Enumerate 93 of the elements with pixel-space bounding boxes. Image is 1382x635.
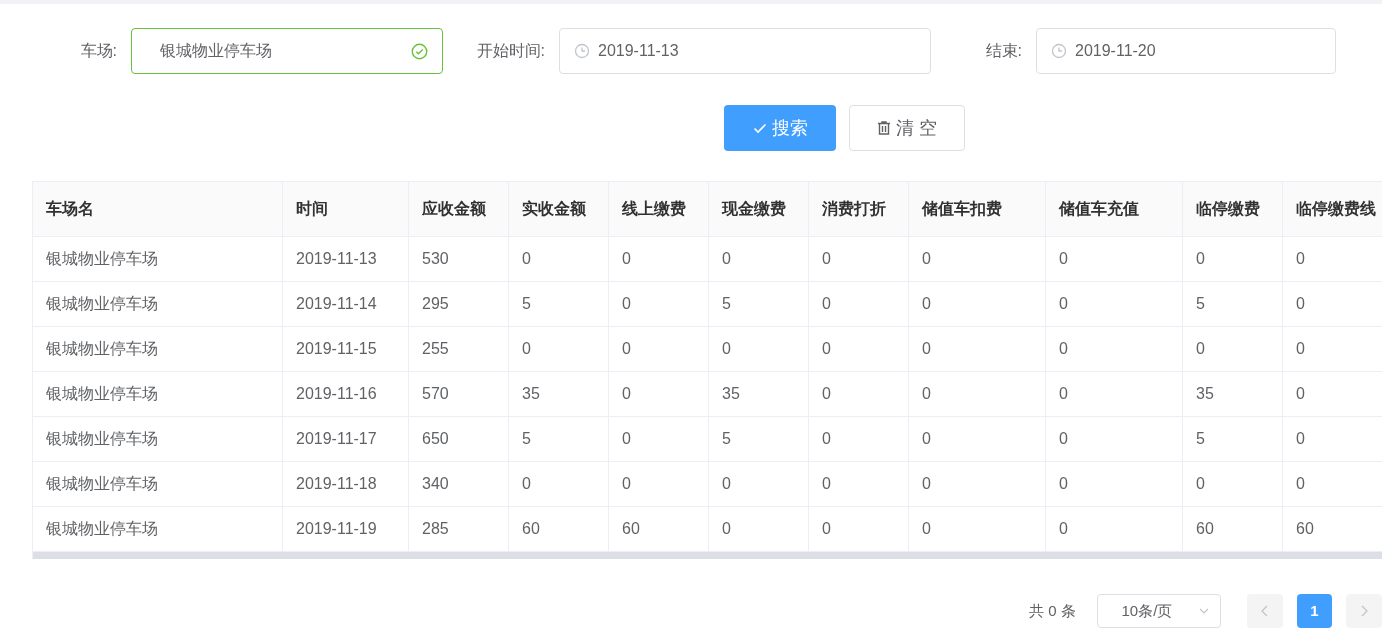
clock-icon (1051, 43, 1067, 59)
trash-icon (876, 120, 893, 136)
table-cell: 0 (609, 372, 709, 417)
table-cell: 0 (1283, 462, 1382, 507)
table-cell: 银城物业停车场 (33, 327, 283, 372)
table-cell: 0 (509, 327, 609, 372)
table-cell: 0 (809, 372, 909, 417)
table-cell: 35 (709, 372, 809, 417)
field-label: 开始时间: (475, 41, 546, 61)
column-header: 储值车充值 (1046, 182, 1183, 237)
table-cell: 0 (1046, 282, 1183, 327)
table-cell: 2019-11-14 (283, 282, 409, 327)
table-cell: 0 (609, 237, 709, 282)
column-header: 实收金额 (509, 182, 609, 237)
table-cell: 银城物业停车场 (33, 462, 283, 507)
table-cell: 2019-11-18 (283, 462, 409, 507)
table-cell: 295 (409, 282, 509, 327)
table-cell: 0 (809, 417, 909, 462)
table-cell: 0 (909, 417, 1046, 462)
column-header: 现金缴费 (709, 182, 809, 237)
table-cell: 0 (909, 372, 1046, 417)
table-cell: 2019-11-16 (283, 372, 409, 417)
table-cell: 0 (909, 282, 1046, 327)
column-header: 储值车扣费 (909, 182, 1046, 237)
field-label: 车场: (79, 41, 118, 61)
input-field[interactable]: 银城物业停车场 (131, 28, 443, 74)
table-cell: 5 (1183, 282, 1283, 327)
table-cell: 0 (1046, 237, 1183, 282)
table-cell: 5 (709, 282, 809, 327)
table-cell: 2019-11-13 (283, 237, 409, 282)
chevron-right-icon (1359, 605, 1370, 617)
column-header: 临停缴费线 (1283, 182, 1382, 237)
column-header: 应收金额 (409, 182, 509, 237)
table-cell: 0 (709, 237, 809, 282)
table-cell: 0 (509, 462, 609, 507)
check-circle-icon (411, 42, 428, 60)
table-cell: 0 (809, 237, 909, 282)
table-cell: 银城物业停车场 (33, 237, 283, 282)
table-cell: 2019-11-15 (283, 327, 409, 372)
table-cell: 0 (1046, 462, 1183, 507)
table-cell: 0 (1046, 417, 1183, 462)
table-cell: 35 (509, 372, 609, 417)
table-cell: 0 (1283, 237, 1382, 282)
table-cell: 0 (1283, 417, 1382, 462)
table-cell: 0 (909, 327, 1046, 372)
column-header: 消费打折 (809, 182, 909, 237)
table-cell: 530 (409, 237, 509, 282)
table-cell: 0 (509, 237, 609, 282)
table-cell: 0 (809, 327, 909, 372)
table-cell: 0 (1183, 327, 1283, 372)
table-cell: 0 (909, 237, 1046, 282)
table-cell: 340 (409, 462, 509, 507)
table-cell: 0 (609, 462, 709, 507)
table-cell: 35 (1183, 372, 1283, 417)
table-cell: 0 (1283, 282, 1382, 327)
table-cell: 5 (1183, 417, 1283, 462)
table-cell: 570 (409, 372, 509, 417)
table-cell: 0 (709, 462, 809, 507)
clock-icon (574, 43, 590, 59)
total-count: 共 0 条 (1029, 600, 1077, 621)
table-cell: 5 (709, 417, 809, 462)
table-cell: 银城物业停车场 (33, 282, 283, 327)
table-cell: 255 (409, 327, 509, 372)
column-header: 车场名 (33, 182, 283, 237)
table-cell: 0 (909, 462, 1046, 507)
horizontal-scrollbar[interactable] (33, 552, 1382, 559)
table-cell: 0 (609, 327, 709, 372)
table-cell: 0 (709, 327, 809, 372)
column-header: 临停缴费 (1183, 182, 1283, 237)
date-field[interactable]: 2019-11-20 (1036, 28, 1336, 74)
table-cell: 0 (1283, 327, 1382, 372)
table-cell: 银城物业停车场 (33, 417, 283, 462)
clear-button[interactable]: 清 空 (849, 105, 965, 151)
table-cell: 0 (1283, 372, 1382, 417)
table-cell: 0 (609, 282, 709, 327)
table-cell: 0 (809, 282, 909, 327)
date-field[interactable]: 2019-11-13 (559, 28, 931, 74)
table-cell: 0 (609, 417, 709, 462)
column-header: 线上缴费 (609, 182, 709, 237)
table-cell: 0 (1046, 327, 1183, 372)
table-cell: 0 (1183, 237, 1283, 282)
field-label: 结束: (984, 41, 1023, 61)
table-cell: 银城物业停车场 (33, 372, 283, 417)
table-cell: 0 (1046, 372, 1183, 417)
chevron-left-icon (1259, 605, 1270, 617)
table-cell: 5 (509, 417, 609, 462)
table-cell: 2019-11-17 (283, 417, 409, 462)
page-size-select[interactable]: 10条/页 (1097, 594, 1221, 628)
column-header: 时间 (283, 182, 409, 237)
table-cell: 0 (1183, 462, 1283, 507)
table-cell: 650 (409, 417, 509, 462)
table-cell: 0 (809, 462, 909, 507)
table-cell: 5 (509, 282, 609, 327)
